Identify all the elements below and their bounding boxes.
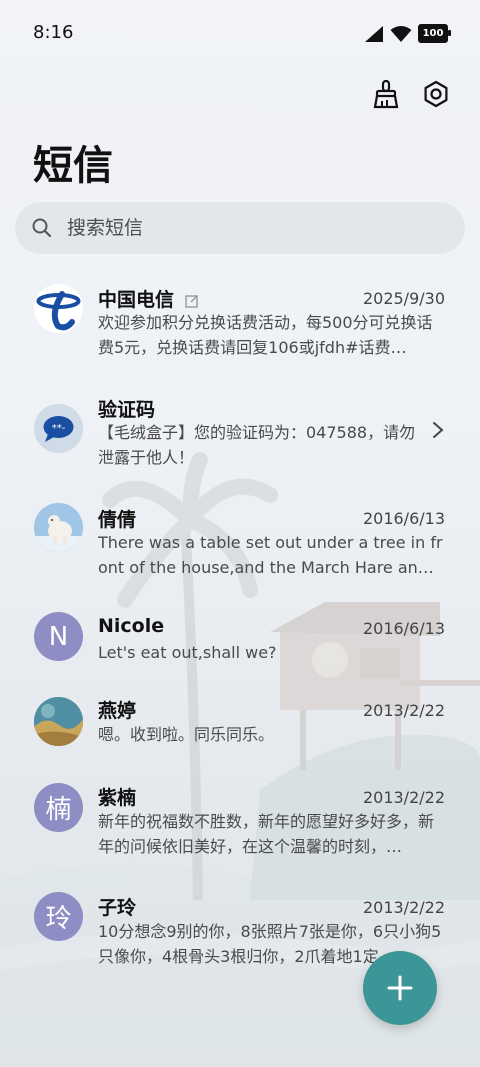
china-telecom-logo-icon [34, 284, 83, 333]
message-preview: 【毛绒盒子】您的验证码为：047588，请勿泄露于他人！ [98, 423, 416, 467]
contact-name: 子玲 [98, 897, 137, 919]
landscape-photo-icon [34, 697, 83, 746]
message-item[interactable]: N Nicole 2016/6/13 Let's eat out,shall w… [0, 600, 480, 680]
message-item[interactable]: 燕婷 2013/2/22 嗯。收到啦。同乐同乐。 [0, 688, 480, 768]
message-date: 2013/2/22 [362, 898, 445, 917]
message-preview: 欢迎参加积分兑换话费活动，每500分可兑换话费5元，兑换话费请回复106或jfd… [98, 313, 433, 357]
contact-name: 倩倩 [98, 509, 137, 531]
top-actions [370, 78, 452, 110]
message-item[interactable]: 中国电信 2025/9/30 欢迎参加积分兑换话费活动，每500分可兑换话费5元… [0, 270, 480, 370]
message-preview: 新年的祝福数不胜数，新年的愿望好多好多，新年的问候依旧美好，在这个温馨的时刻，… [98, 812, 435, 856]
contact-name: 验证码 [98, 399, 156, 421]
message-date: 2025/9/30 [362, 289, 445, 308]
contact-name: 中国电信 [98, 289, 175, 311]
search-icon [32, 218, 52, 238]
message-item[interactable]: 楠 紫楠 2013/2/22 新年的祝福数不胜数，新年的愿望好多好多，新年的问候… [0, 775, 480, 875]
message-date: 2013/2/22 [362, 788, 445, 807]
new-message-button[interactable] [363, 951, 437, 1025]
message-item[interactable]: **- 验证码 【毛绒盒子】您的验证码为：047588，请勿泄露于他人！ [0, 380, 480, 480]
gear-icon [424, 80, 448, 108]
search-bar[interactable] [15, 202, 465, 254]
cellular-signal-icon [365, 25, 383, 42]
message-preview: 嗯。收到啦。同乐同乐。 [98, 725, 275, 744]
chevron-right-icon[interactable] [432, 421, 444, 439]
page-title: 短信 [33, 143, 113, 189]
contact-name: 燕婷 [98, 700, 137, 722]
avatar [34, 697, 83, 746]
message-date: 2016/6/13 [362, 509, 445, 528]
status-time: 8:16 [33, 22, 74, 43]
plus-icon [387, 975, 413, 1001]
avatar [34, 503, 83, 552]
draft-edit-icon [184, 294, 198, 308]
battery-icon: 100 [418, 24, 451, 43]
message-date: 2013/2/22 [362, 701, 445, 720]
verification-code-icon: **- [34, 404, 83, 453]
message-preview: Let's eat out,shall we? [98, 643, 277, 662]
polar-bear-photo-icon [34, 503, 83, 552]
contact-name: 紫楠 [98, 787, 137, 809]
clean-button[interactable] [370, 78, 402, 110]
avatar: N [34, 612, 83, 661]
contact-name: Nicole [98, 615, 165, 637]
wifi-icon [390, 25, 412, 42]
message-date: 2016/6/13 [362, 619, 445, 638]
avatar [34, 284, 83, 333]
settings-button[interactable] [420, 78, 452, 110]
avatar: **- [34, 404, 83, 453]
search-input[interactable] [65, 216, 429, 240]
avatar: 楠 [34, 783, 83, 832]
message-item[interactable]: 倩倩 2016/6/13 There was a table set out u… [0, 490, 480, 590]
status-icons: 100 [364, 24, 451, 43]
avatar: 玲 [34, 892, 83, 941]
message-preview: There was a table set out under a tree i… [98, 533, 443, 577]
status-bar: 8:16 100 [0, 0, 480, 68]
broom-icon [373, 79, 399, 109]
svg-text:**-: **- [52, 423, 66, 434]
